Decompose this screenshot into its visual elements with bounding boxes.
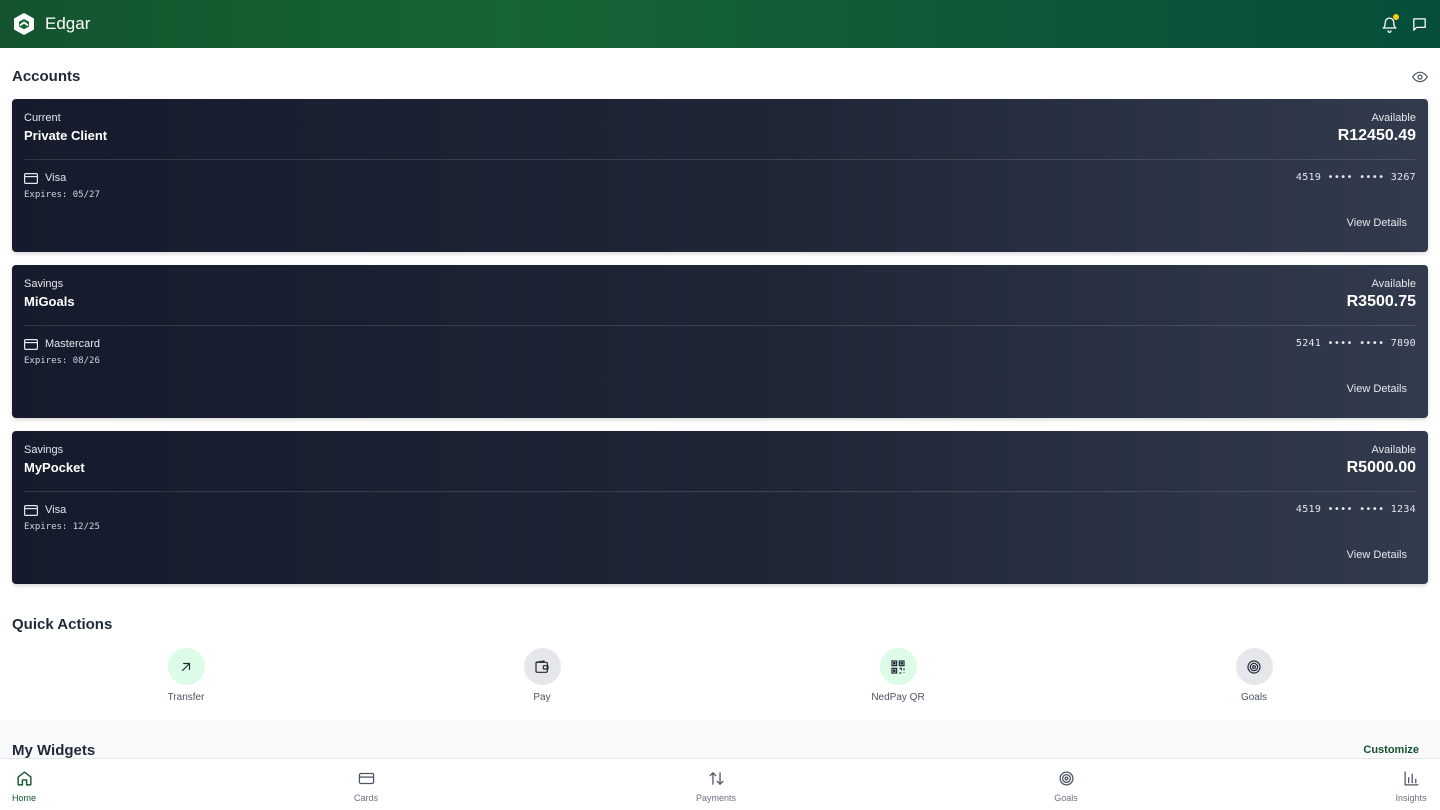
logo-icon	[12, 12, 36, 36]
main-content: Accounts Current Private Client Availabl…	[0, 48, 1440, 758]
available-label: Available	[1371, 112, 1416, 124]
available-balance: R5000.00	[1346, 459, 1416, 476]
card-icon	[24, 172, 38, 184]
quick-action-goals[interactable]: Goals	[1194, 648, 1314, 703]
nav-label: Cards	[353, 793, 378, 803]
quick-actions-title: Quick Actions	[12, 616, 113, 633]
card-expiry: Expires: 05/27	[24, 190, 100, 200]
card-expiry: Expires: 08/26	[24, 356, 100, 366]
nav-item-payments[interactable]: Payments	[676, 759, 756, 810]
card-divider	[24, 491, 1416, 492]
view-details-button[interactable]: View Details	[1338, 379, 1416, 399]
available-balance: R12450.49	[1337, 127, 1416, 144]
nav-item-insights[interactable]: Insights	[1371, 759, 1440, 810]
app-name: Edgar	[45, 14, 91, 33]
quick-action-nedpay-qr[interactable]: NedPay QR	[838, 648, 958, 703]
card-icon	[357, 769, 375, 787]
nav-item-goals[interactable]: Goals	[1026, 759, 1106, 810]
available-label: Available	[1371, 278, 1416, 290]
accounts-header: Accounts	[0, 48, 1440, 99]
accounts-title: Accounts	[12, 68, 81, 85]
nav-label: Insights	[1395, 793, 1427, 803]
quick-action-label: Transfer	[167, 692, 205, 703]
masked-card-number: 4519 •••• •••• 1234	[1295, 504, 1416, 515]
bottom-nav: Home Cards Payments Goals Insights	[0, 758, 1440, 810]
brand[interactable]: Edgar	[12, 12, 90, 36]
target-icon	[1057, 769, 1075, 787]
customize-button[interactable]: Customize	[1363, 744, 1419, 756]
card-brand: Visa	[45, 504, 67, 516]
account-card[interactable]: Savings MyPocket Available R5000.00 Visa…	[12, 431, 1428, 584]
card-divider	[24, 325, 1416, 326]
transfer-arrows-icon	[707, 769, 725, 787]
card-icon	[24, 504, 38, 516]
nav-label: Goals	[1054, 793, 1078, 803]
account-name: MyPocket	[24, 460, 85, 475]
account-name: Private Client	[24, 128, 108, 143]
available-balance: R3500.75	[1346, 293, 1416, 310]
bell-icon[interactable]	[1380, 14, 1399, 33]
view-details-button[interactable]: View Details	[1338, 213, 1416, 233]
chat-icon[interactable]	[1410, 15, 1428, 33]
account-type: Savings	[24, 444, 64, 456]
nav-label: Home	[11, 793, 36, 803]
available-label: Available	[1371, 444, 1416, 456]
top-bar: Edgar	[0, 0, 1440, 48]
quick-action-label: Pay	[533, 692, 551, 703]
masked-card-number: 4519 •••• •••• 3267	[1295, 172, 1416, 183]
account-type: Savings	[24, 278, 64, 290]
quick-action-pay[interactable]: Pay	[482, 648, 602, 703]
account-name: MiGoals	[24, 294, 75, 309]
bar-chart-icon	[1402, 769, 1420, 787]
wallet-icon	[523, 648, 561, 685]
nav-label: Payments	[695, 793, 737, 803]
quick-actions: Quick Actions Transfer Pay NedPay QR Goa…	[0, 600, 1440, 720]
masked-card-number: 5241 •••• •••• 7890	[1295, 338, 1416, 349]
quick-action-label: NedPay QR	[871, 692, 925, 703]
my-widgets: My Widgets Customize	[0, 720, 1440, 758]
card-icon	[24, 338, 38, 350]
card-brand: Mastercard	[45, 338, 101, 350]
qr-code-icon	[879, 648, 917, 685]
account-type: Current	[24, 112, 61, 124]
nav-item-home[interactable]: Home	[0, 759, 64, 810]
widgets-title: My Widgets	[12, 742, 96, 758]
notification-dot	[1393, 14, 1399, 20]
arrow-up-right-icon	[167, 648, 205, 685]
quick-action-transfer[interactable]: Transfer	[126, 648, 246, 703]
card-expiry: Expires: 12/25	[24, 522, 100, 532]
nav-item-cards[interactable]: Cards	[326, 759, 406, 810]
quick-action-label: Goals	[1240, 692, 1268, 703]
account-card[interactable]: Savings MiGoals Available R3500.75 Maste…	[12, 265, 1428, 418]
eye-icon[interactable]	[1412, 69, 1428, 85]
target-icon	[1235, 648, 1273, 685]
account-card[interactable]: Current Private Client Available R12450.…	[12, 99, 1428, 252]
home-icon	[15, 769, 33, 787]
card-divider	[24, 159, 1416, 160]
view-details-button[interactable]: View Details	[1338, 545, 1416, 565]
card-brand: Visa	[45, 172, 67, 184]
